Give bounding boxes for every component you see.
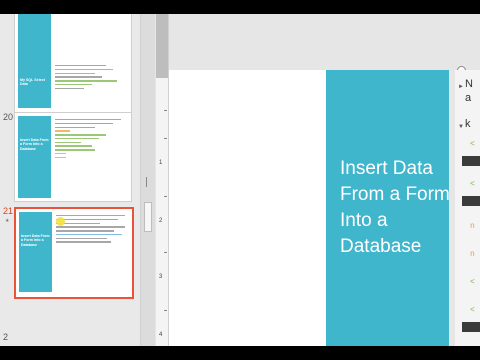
ruler-margin <box>156 14 168 78</box>
vertical-ruler: 1 2 3 4 <box>156 14 169 346</box>
scrollbar-thumb[interactable] <box>144 202 152 232</box>
chevron-right-icon: ► <box>458 84 464 90</box>
slide-title[interactable]: Insert Data From a Form Into a Database <box>340 156 450 260</box>
ruler-mark: 1 <box>159 160 163 166</box>
slide[interactable]: Insert Data From a Form Into a Database <box>169 70 450 346</box>
slide-thumbnail-20[interactable]: Insert Data From a Form Into a Database <box>14 112 132 202</box>
slide-editing-canvas[interactable]: Insert Data From a Form Into a Database <box>169 14 466 346</box>
slide-thumbnails-pane[interactable]: My SQL Select Data 20 Insert Data From a… <box>0 14 140 346</box>
slide-number-21: 21 <box>3 206 14 216</box>
code-snippet: < <box>470 180 475 189</box>
thumbnail-title: Insert Data From a Form Into a Database <box>21 234 50 247</box>
slide-number-22: 2 <box>3 332 9 342</box>
pane-text: a <box>465 92 472 104</box>
slide-number-20: 20 <box>3 112 14 122</box>
code-snippet: n <box>470 250 475 259</box>
ruler-mark: 2 <box>159 218 163 224</box>
code-snippet: < <box>470 306 475 315</box>
pane-block <box>462 196 480 206</box>
ruler-mark: 4 <box>159 332 163 338</box>
powerpoint-window: My SQL Select Data 20 Insert Data From a… <box>0 14 480 346</box>
pane-block <box>462 156 480 166</box>
right-task-pane[interactable]: ► N a ▼ k < < n n < < <box>455 70 480 346</box>
thumbnail-title: Insert Data From a Form Into a Database <box>20 138 49 151</box>
thumbnail-body <box>56 215 129 245</box>
pane-block <box>462 322 480 332</box>
code-snippet: n <box>470 222 475 231</box>
thumbnail-title-panel: Insert Data From a Form Into a Database <box>19 212 52 292</box>
thumbnail-body <box>55 119 128 161</box>
pane-text: N <box>465 78 473 90</box>
pane-text: k <box>465 118 471 130</box>
animation-star-icon: ★ <box>5 218 10 224</box>
slide-thumbnail-19[interactable]: My SQL Select Data <box>14 14 132 114</box>
chevron-down-icon: ▼ <box>458 124 464 130</box>
thumbnail-title-panel: My SQL Select Data <box>18 14 51 108</box>
ruler-mark: 3 <box>159 274 163 280</box>
scroll-tick <box>146 177 151 187</box>
code-snippet: < <box>470 278 475 287</box>
thumbnail-body <box>55 65 128 91</box>
slide-thumbnail-21[interactable]: Insert Data From a Form Into a Database <box>14 207 134 299</box>
pane-scrollbar[interactable] <box>140 14 155 346</box>
thumbnail-title: My SQL Select Data <box>20 78 45 87</box>
mouse-cursor-highlight <box>56 217 65 226</box>
thumbnail-title-panel: Insert Data From a Form Into a Database <box>18 116 51 198</box>
code-snippet: < <box>470 140 475 149</box>
